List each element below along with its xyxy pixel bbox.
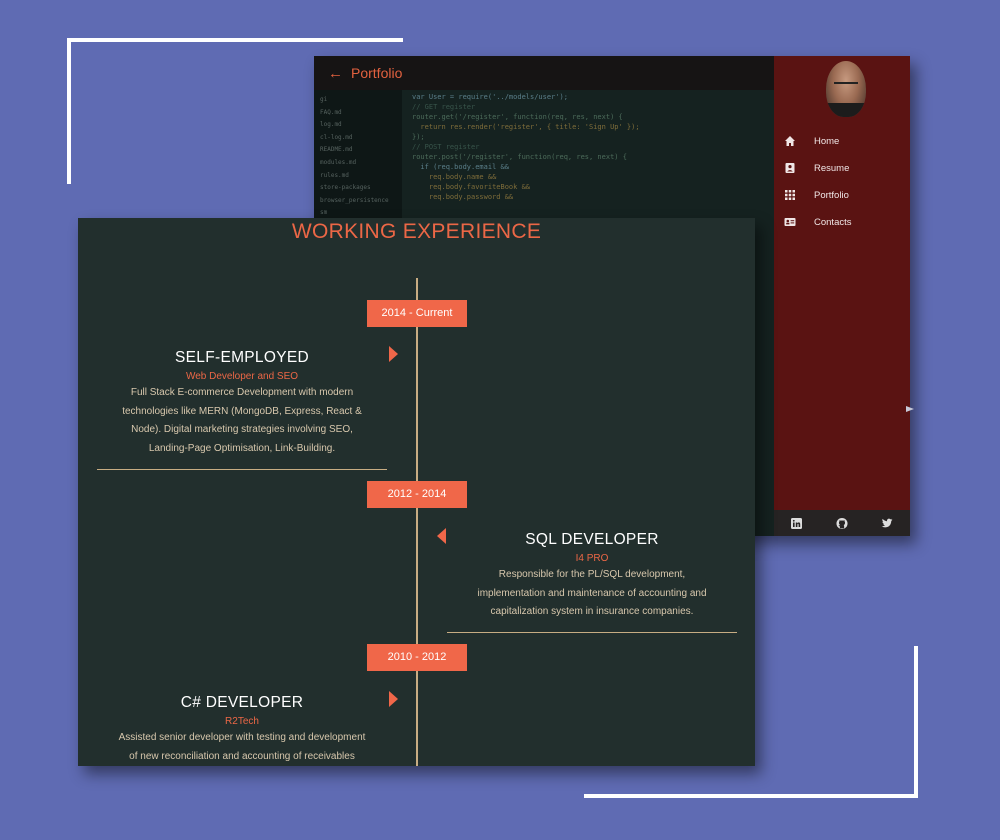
file-item[interactable]: log.md <box>320 119 402 132</box>
description-line: Node). Digital marketing strategies invo… <box>131 424 353 435</box>
portfolio-sidebar: Home Resume Portfolio Contacts <box>774 56 910 536</box>
linkedin-icon[interactable] <box>791 517 803 529</box>
description-line: Responsible for the PL/SQL development, <box>498 569 686 580</box>
topbar-title: Portfolio <box>351 65 403 81</box>
entry-divider <box>97 469 387 470</box>
timeline-pointer <box>437 528 446 544</box>
carousel-arrow[interactable] <box>906 406 914 412</box>
avatar <box>826 61 866 117</box>
resume-icon <box>784 162 796 174</box>
description-line: Full Stack E-commerce Development with m… <box>130 387 354 398</box>
nav-label: Resume <box>814 162 850 174</box>
job-title: C# DEVELOPER <box>180 694 304 711</box>
job-description: Assisted senior developer with testing a… <box>97 729 387 766</box>
nav-item-resume[interactable]: Resume <box>784 159 849 177</box>
code-line: var User = require('../models/user'); <box>412 93 568 101</box>
description-line: capitalization system in insurance compa… <box>490 606 694 617</box>
github-icon[interactable] <box>836 517 848 529</box>
timeline-pointer <box>389 346 398 362</box>
code-line: req.body.name && <box>412 173 497 181</box>
nav-item-contacts[interactable]: Contacts <box>784 213 852 231</box>
file-item[interactable]: rules.md <box>320 170 402 183</box>
nav-item-portfolio[interactable]: Portfolio <box>784 186 849 204</box>
job-description: Responsible for the PL/SQL development, … <box>447 566 737 622</box>
grid-icon <box>784 189 796 201</box>
date-badge: 2012 - 2014 <box>367 481 467 508</box>
avatar-glasses <box>834 82 858 88</box>
file-item[interactable]: store-packages <box>320 182 402 195</box>
company-name: I4 PRO <box>575 553 609 564</box>
description-line: technologies like MERN (MongoDB, Express… <box>122 405 362 417</box>
working-experience-panel: WORKING EXPERIENCE 2014 - Current SELF-E… <box>78 218 755 766</box>
description-line: of new reconciliation and accounting of … <box>129 750 355 762</box>
code-line: router.post('/register', function(req, r… <box>412 153 627 161</box>
frame-line-left <box>67 38 71 184</box>
entry-divider <box>447 632 737 633</box>
portfolio-topbar: ← Portfolio <box>314 56 774 90</box>
company-name: R2Tech <box>225 716 259 727</box>
date-badge: 2014 - Current <box>367 300 467 327</box>
file-item[interactable]: FAQ.md <box>320 107 402 120</box>
job-title: SELF-EMPLOYED <box>175 349 309 366</box>
code-line: router.get('/register', function(req, re… <box>412 113 623 121</box>
home-icon <box>784 135 796 147</box>
twitter-icon[interactable] <box>881 517 893 529</box>
file-item[interactable]: modules.md <box>320 157 402 170</box>
code-line: }); <box>412 133 425 141</box>
avatar-shirt <box>826 103 866 117</box>
description-line: Assisted senior developer with testing a… <box>118 732 366 743</box>
file-item[interactable]: cl-log.md <box>320 132 402 145</box>
nav-label: Contacts <box>814 216 852 228</box>
frame-line-right <box>914 646 918 798</box>
nav-label: Home <box>814 135 840 147</box>
code-line: req.body.favoriteBook && <box>412 183 531 191</box>
file-item[interactable]: gi <box>320 94 402 107</box>
job-title: SQL DEVELOPER <box>525 531 659 548</box>
file-item[interactable]: README.md <box>320 144 402 157</box>
job-description: Full Stack E-commerce Development with m… <box>97 384 387 458</box>
date-badge: 2010 - 2012 <box>367 644 467 671</box>
description-line: implementation and maintenance of accoun… <box>477 587 707 599</box>
frame-line-bottom <box>584 794 918 798</box>
experience-entry: C# DEVELOPER R2Tech Assisted senior deve… <box>97 694 387 766</box>
arrow-left-icon[interactable]: ← <box>328 65 343 82</box>
contact-card-icon <box>784 216 796 228</box>
code-line: if (req.body.email && <box>412 163 509 171</box>
code-line: // GET register <box>412 103 476 111</box>
section-title: WORKING EXPERIENCE <box>291 220 542 243</box>
timeline-pointer <box>389 691 398 707</box>
company-name: Web Developer and SEO <box>185 371 299 382</box>
code-line: req.body.password && <box>412 193 514 201</box>
experience-entry: SQL DEVELOPER I4 PRO Responsible for the… <box>447 531 737 622</box>
nav-label: Portfolio <box>814 189 849 201</box>
experience-entry: SELF-EMPLOYED Web Developer and SEO Full… <box>97 349 387 458</box>
description-line: Landing-Page Optimisation, Link-Building… <box>148 442 336 454</box>
frame-line-top <box>67 38 403 42</box>
social-bar <box>774 510 910 536</box>
code-line: // POST register <box>412 143 480 151</box>
code-line: return res.render('register', { title: '… <box>412 123 640 131</box>
nav-item-home[interactable]: Home <box>784 132 839 150</box>
timeline-line <box>416 278 418 766</box>
file-item[interactable]: browser_persistence <box>320 195 402 208</box>
